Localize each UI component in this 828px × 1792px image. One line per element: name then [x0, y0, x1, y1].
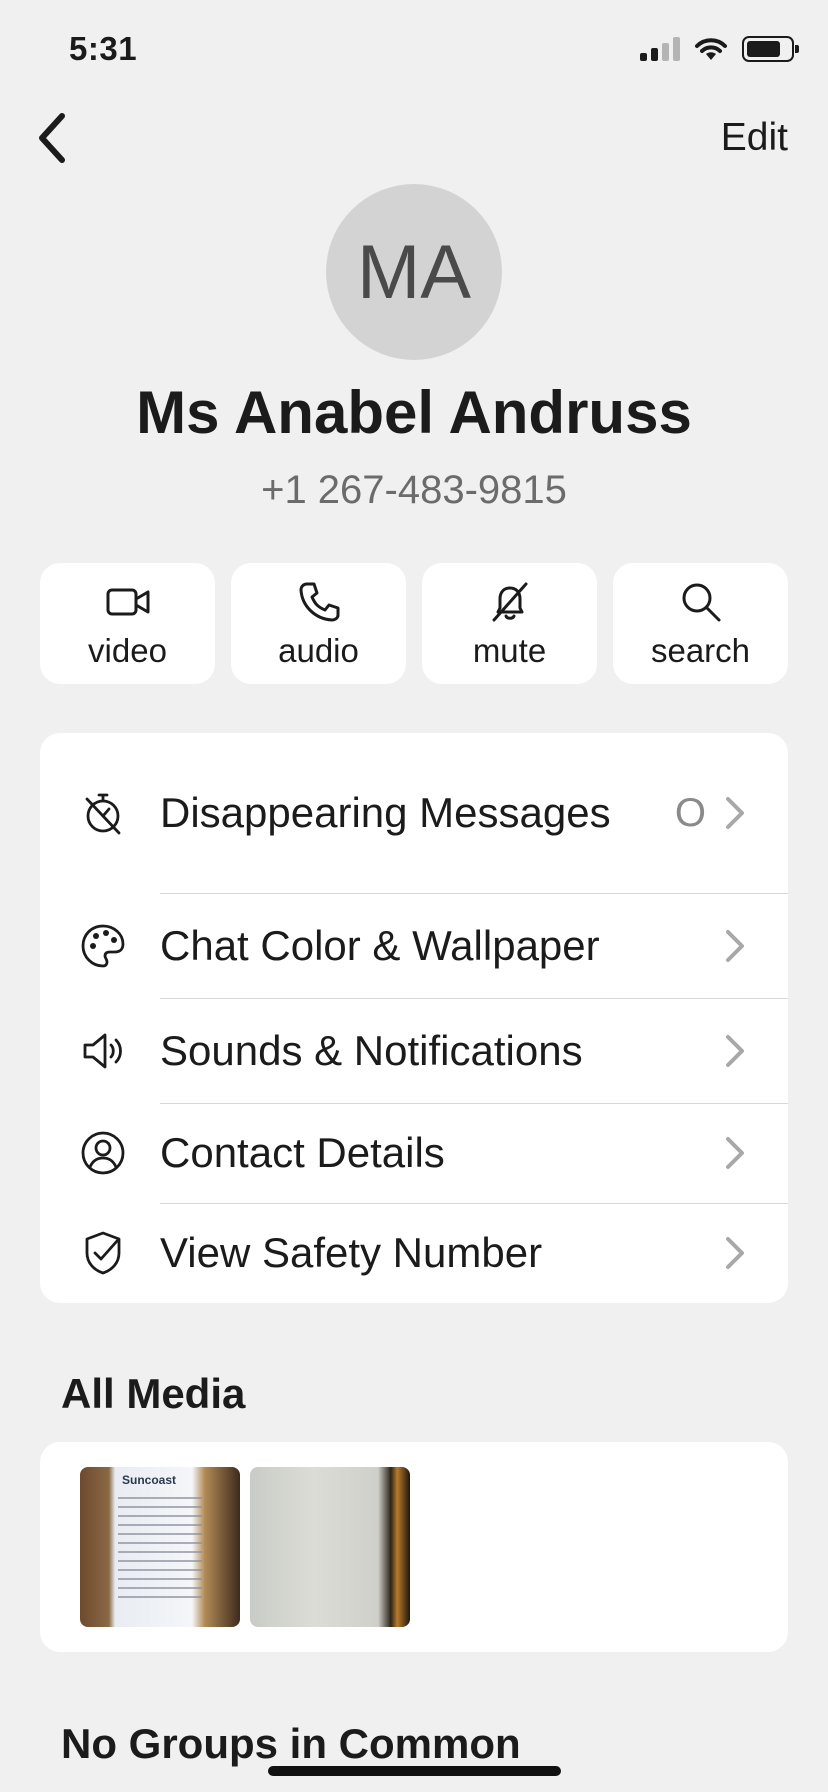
chevron-right-icon	[724, 1235, 750, 1271]
phone-icon	[299, 582, 339, 621]
audio-label: audio	[278, 631, 359, 669]
video-label: video	[88, 631, 167, 669]
no-groups-title: No Groups in Common	[61, 1720, 521, 1767]
shield-check-icon	[78, 1228, 128, 1278]
media-thumbnail[interactable]: Suncoast	[80, 1467, 240, 1627]
chat-color-wallpaper-label: Chat Color & Wallpaper	[160, 921, 600, 969]
search-button[interactable]: search	[613, 563, 788, 684]
chat-color-wallpaper-row[interactable]: Chat Color & Wallpaper	[40, 893, 788, 998]
bell-slash-icon	[492, 582, 527, 621]
avatar: MA	[326, 184, 502, 360]
person-circle-icon	[78, 1128, 128, 1178]
mute-button[interactable]: mute	[422, 563, 597, 684]
status-time: 5:31	[69, 30, 138, 67]
chevron-left-icon	[39, 113, 65, 163]
receipt-lines	[118, 1497, 202, 1605]
disappearing-messages-label: Disappearing Messages	[160, 789, 611, 836]
speaker-icon	[78, 1026, 128, 1076]
thumbnail-caption: Suncoast	[122, 1473, 177, 1487]
chevron-right-icon	[724, 1033, 750, 1069]
chevron-right-icon	[724, 928, 750, 964]
sounds-notifications-row[interactable]: Sounds & Notifications	[40, 998, 788, 1103]
view-safety-number-row[interactable]: View Safety Number	[40, 1203, 788, 1303]
search-icon	[682, 583, 720, 621]
contact-details-row[interactable]: Contact Details	[40, 1103, 788, 1203]
contact-name: Ms Anabel Andruss	[136, 379, 692, 446]
action-bar: video audio mute search	[40, 563, 788, 684]
video-button[interactable]: video	[40, 563, 215, 684]
home-indicator	[268, 1766, 561, 1776]
status-bar: 5:31	[0, 0, 828, 100]
chevron-right-icon	[724, 795, 750, 831]
palette-icon	[78, 921, 128, 971]
back-button[interactable]	[22, 108, 82, 168]
contact-details-label: Contact Details	[160, 1129, 445, 1176]
battery-icon	[742, 36, 799, 62]
video-icon	[106, 588, 149, 615]
status-icons	[640, 36, 799, 62]
wifi-icon	[695, 38, 727, 60]
audio-button[interactable]: audio	[231, 563, 406, 684]
timer-off-icon	[78, 788, 128, 838]
media-card: Suncoast	[40, 1442, 788, 1652]
contact-phone: +1 267-483-9815	[261, 468, 567, 512]
media-thumbnail[interactable]	[250, 1467, 410, 1627]
cellular-signal-icon	[640, 37, 680, 61]
edit-button[interactable]: Edit	[721, 116, 788, 160]
sounds-notifications-label: Sounds & Notifications	[160, 1026, 583, 1074]
disappearing-messages-row[interactable]: Disappearing Messages O	[40, 733, 788, 893]
search-label: search	[650, 631, 751, 669]
view-safety-number-label: View Safety Number	[160, 1229, 543, 1276]
chevron-right-icon	[724, 1135, 750, 1171]
all-media-title: All Media	[61, 1370, 246, 1417]
mute-label: mute	[472, 631, 547, 669]
disappearing-messages-value: O	[674, 790, 706, 835]
settings-card: Disappearing Messages O Chat Color & Wal…	[40, 733, 788, 1303]
